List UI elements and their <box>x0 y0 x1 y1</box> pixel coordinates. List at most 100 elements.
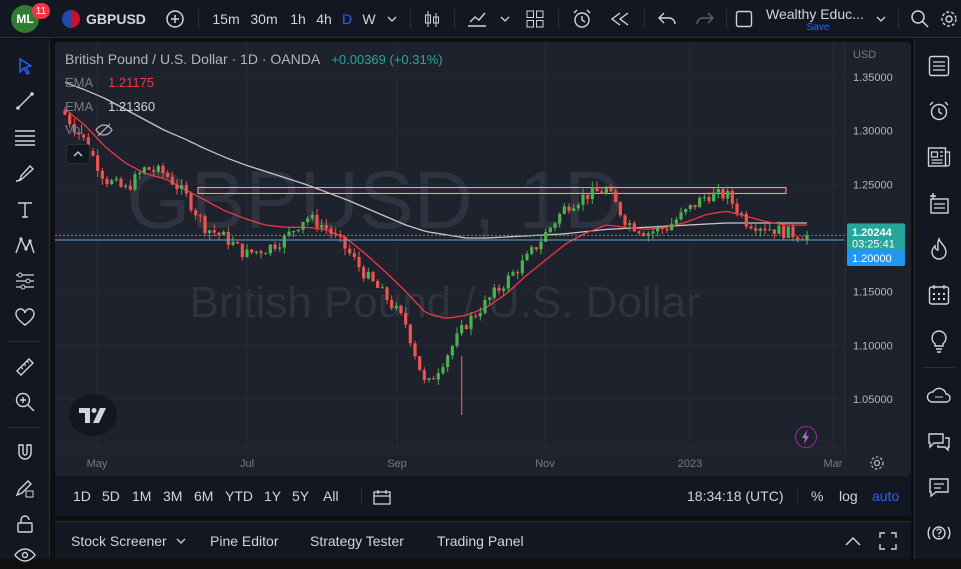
eye-crossed-icon[interactable] <box>95 123 113 137</box>
range-1m[interactable]: 1M <box>132 476 151 516</box>
cursor-tool[interactable] <box>11 52 39 80</box>
candle-body <box>212 230 216 233</box>
candle-body <box>786 226 790 238</box>
tradingview-logo[interactable] <box>69 394 117 436</box>
symbol-search[interactable]: GBPUSD <box>62 0 152 38</box>
range-3m[interactable]: 3M <box>163 476 182 516</box>
prediction-tool[interactable] <box>11 267 39 295</box>
flag-icon <box>62 10 80 28</box>
alarm-clock-icon <box>573 9 591 28</box>
chart-type-button[interactable] <box>420 0 444 38</box>
candle-body <box>180 185 184 190</box>
chart-pane[interactable]: GBPUSD, 1D British Pound / U.S. Dollar U… <box>55 42 911 476</box>
tab-pine-editor[interactable]: Pine Editor <box>210 522 278 560</box>
interval-15m[interactable]: 15m <box>211 0 241 38</box>
drawing-mode-tool[interactable] <box>11 474 39 502</box>
alert-button[interactable] <box>568 0 596 38</box>
candle-body <box>595 187 599 192</box>
measure-tool[interactable] <box>11 353 39 381</box>
watchlist-button[interactable] <box>925 52 953 80</box>
range-ytd[interactable]: YTD <box>225 476 253 516</box>
range-all[interactable]: All <box>323 476 339 516</box>
candle-body <box>352 253 356 257</box>
templates-button[interactable] <box>522 0 548 38</box>
brush-tool[interactable] <box>11 159 39 187</box>
clock-timezone[interactable]: 18:34:18 (UTC) <box>687 476 783 516</box>
range-5y[interactable]: 5Y <box>292 476 309 516</box>
lock-tool[interactable] <box>11 510 39 538</box>
compare-add-button[interactable] <box>162 0 188 38</box>
candle-body <box>399 305 403 314</box>
candle-body <box>511 272 515 276</box>
interval-w[interactable]: W <box>362 0 376 38</box>
tab-stock-screener[interactable]: Stock Screener <box>71 522 186 560</box>
undo-button[interactable] <box>654 0 680 38</box>
lightning-icon <box>802 430 809 444</box>
replay-button[interactable] <box>606 0 634 38</box>
streams-button[interactable] <box>925 428 953 456</box>
chats-button[interactable] <box>925 383 953 411</box>
percent-toggle[interactable]: % <box>811 476 823 516</box>
candle-body <box>194 210 198 216</box>
layout-dropdown[interactable] <box>874 0 888 38</box>
interval-30m[interactable]: 30m <box>249 0 279 38</box>
candle-body <box>250 249 254 253</box>
auto-toggle[interactable]: auto <box>872 476 899 516</box>
candle-body <box>394 305 398 309</box>
text-tool[interactable] <box>11 195 39 223</box>
candle-body <box>656 227 660 232</box>
magnet-tool[interactable] <box>11 438 39 466</box>
range-1d[interactable]: 1D <box>73 476 91 516</box>
candle-body <box>422 370 426 380</box>
hotlists-button[interactable] <box>925 235 953 263</box>
help-button[interactable] <box>925 519 953 547</box>
chart-settings-button[interactable] <box>867 453 887 473</box>
range-6m[interactable]: 6M <box>194 476 213 516</box>
log-toggle[interactable]: log <box>839 476 858 516</box>
newspaper-icon <box>927 147 951 167</box>
data-window-button[interactable] <box>925 189 953 217</box>
tab-strategy-tester[interactable]: Strategy Tester <box>310 522 404 560</box>
icons-tool[interactable] <box>11 303 39 331</box>
date-range-button[interactable] <box>373 489 393 505</box>
candle-body <box>418 356 422 371</box>
layout-name-button[interactable]: Wealthy Educ... Save <box>766 0 870 38</box>
panel-collapse-button[interactable] <box>845 522 861 560</box>
indicators-dropdown[interactable] <box>498 0 512 38</box>
trend-line-tool[interactable] <box>11 87 39 115</box>
panel-maximize-button[interactable] <box>879 522 897 560</box>
redo-button[interactable] <box>692 0 718 38</box>
lightning-button[interactable] <box>795 426 817 448</box>
candle-body <box>469 315 473 329</box>
interval-1h[interactable]: 1h <box>287 0 309 38</box>
candle-body <box>413 343 417 357</box>
collapse-legend-button[interactable] <box>66 144 90 164</box>
calendar-button[interactable] <box>925 281 953 309</box>
price-chart[interactable]: GBPUSD, 1D British Pound / U.S. Dollar U… <box>55 42 911 476</box>
interval-dropdown[interactable] <box>384 0 400 38</box>
indicators-button[interactable] <box>464 0 490 38</box>
candle-body <box>660 227 664 229</box>
hide-drawings-tool[interactable] <box>11 541 39 569</box>
range-5d[interactable]: 5D <box>102 476 120 516</box>
percent-label: % <box>811 488 824 504</box>
interval-d[interactable]: D <box>340 0 354 38</box>
news-button[interactable] <box>925 143 953 171</box>
fib-tool[interactable] <box>11 123 39 151</box>
search-button[interactable] <box>908 0 932 38</box>
time-tick: Jul <box>240 458 254 470</box>
messages-button[interactable] <box>925 473 953 501</box>
time-tick: 2023 <box>678 458 702 470</box>
ideas-button[interactable] <box>925 327 953 355</box>
range-1y[interactable]: 1Y <box>264 476 281 516</box>
layout-button[interactable] <box>732 0 756 38</box>
pattern-tool[interactable] <box>11 231 39 259</box>
candle-body <box>306 218 310 222</box>
interval-4h[interactable]: 4h <box>313 0 335 38</box>
heart-icon <box>15 308 35 326</box>
settings-button[interactable] <box>938 0 960 38</box>
zoom-tool[interactable] <box>11 388 39 416</box>
candle-body <box>492 287 496 298</box>
tab-trading-panel[interactable]: Trading Panel <box>437 522 524 560</box>
alerts-button[interactable] <box>925 97 953 125</box>
